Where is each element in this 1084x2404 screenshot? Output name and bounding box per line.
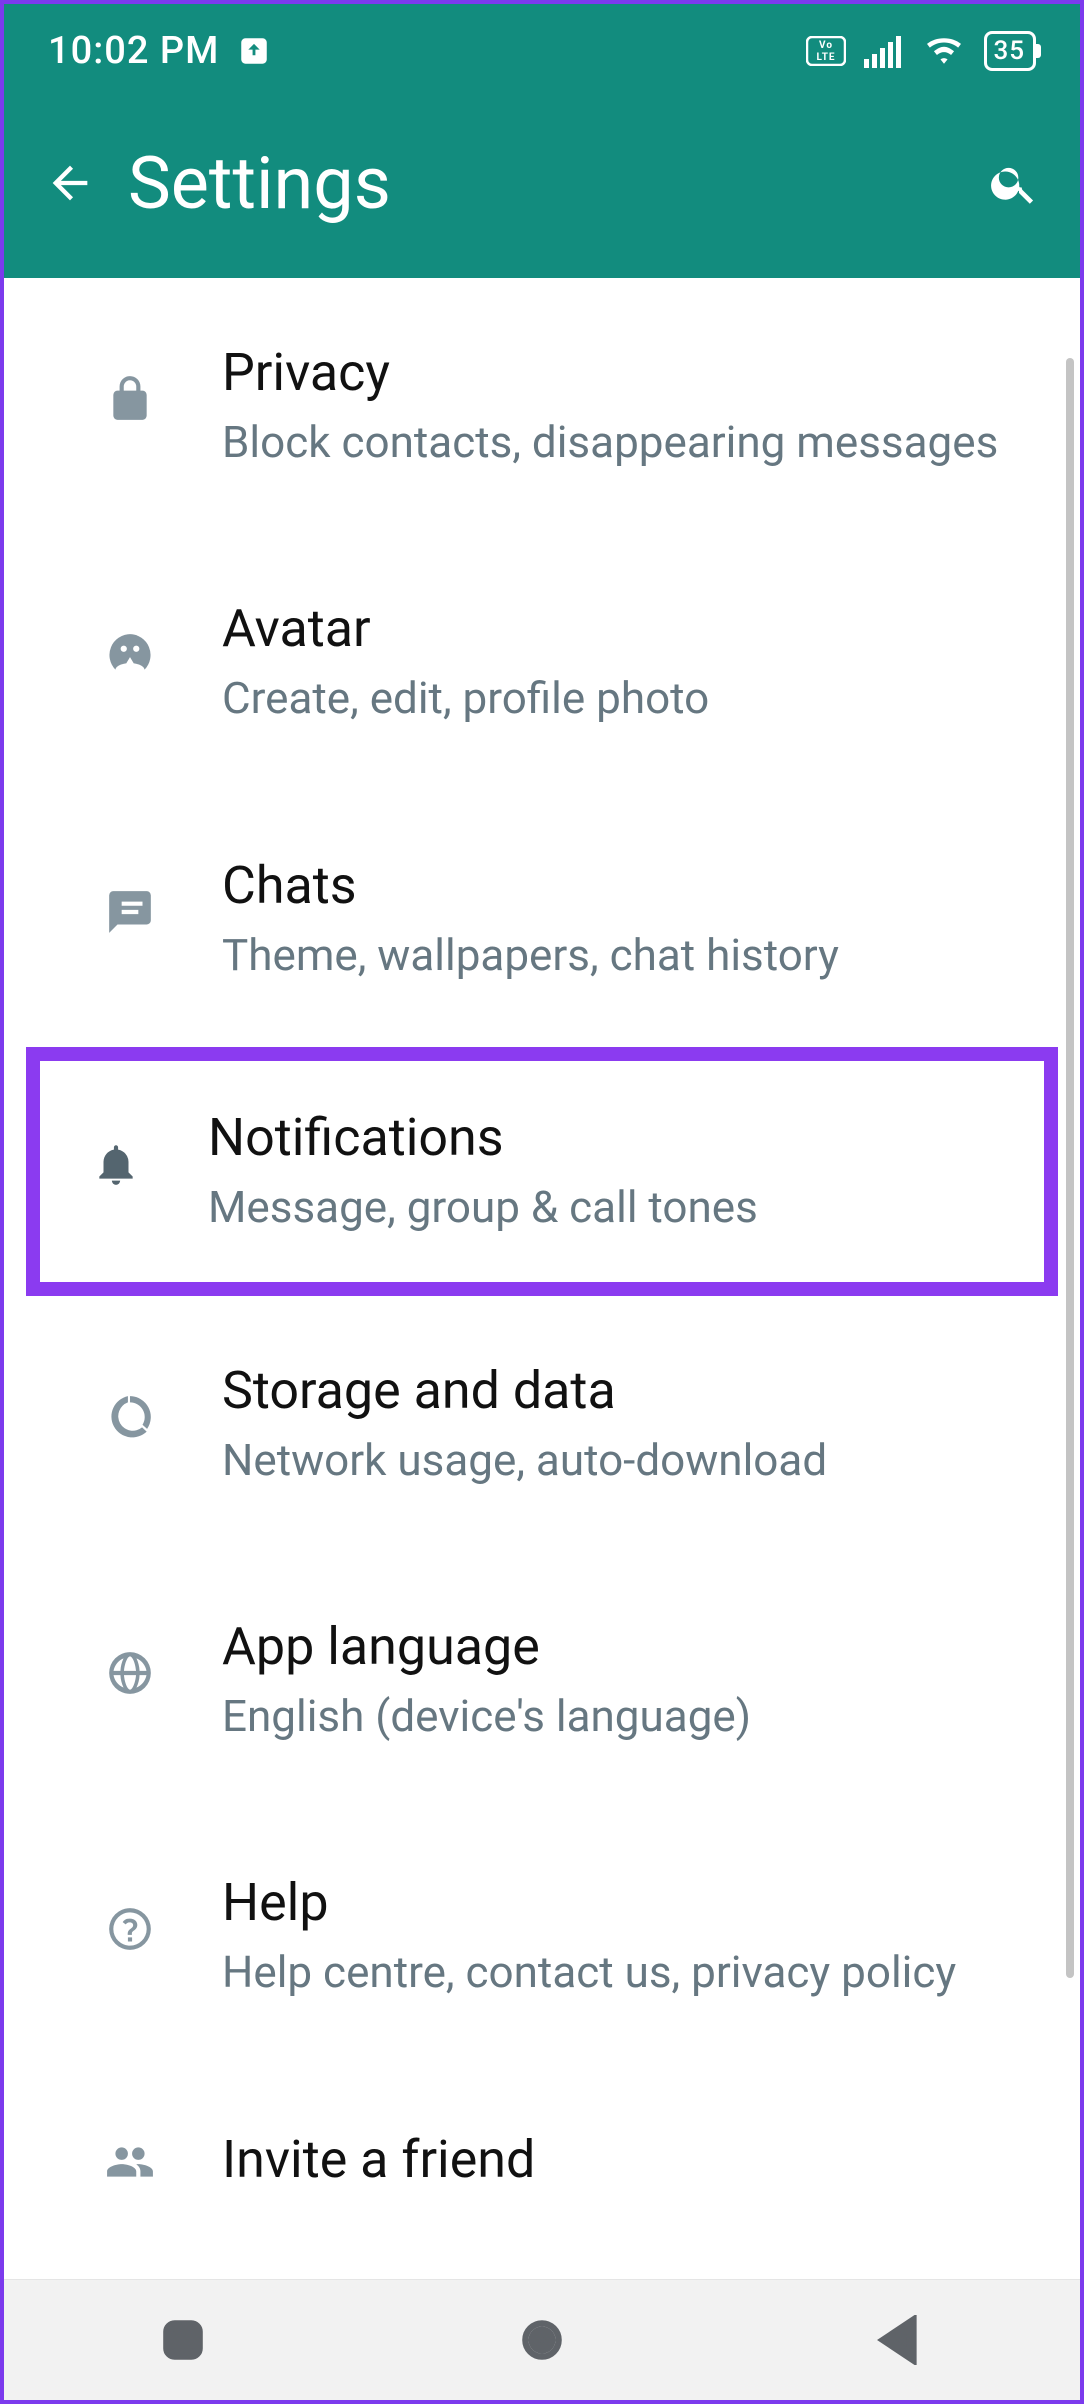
settings-item-label: Invite a friend bbox=[222, 2127, 1022, 2192]
settings-item-label: Help bbox=[222, 1870, 1022, 1935]
settings-item-desc: Block contacts, disappearing messages bbox=[222, 413, 1022, 472]
settings-item-label: Avatar bbox=[222, 596, 1022, 661]
page-title: Settings bbox=[128, 141, 956, 226]
status-bar: 10:02 PM VoLTE 35 bbox=[4, 4, 1080, 98]
settings-item-label: Privacy bbox=[222, 340, 1022, 405]
settings-item-label: Notifications bbox=[208, 1105, 1014, 1170]
android-nav-bar bbox=[4, 2279, 1080, 2400]
settings-item-label: Storage and data bbox=[222, 1358, 1022, 1423]
settings-item-desc: Message, group & call tones bbox=[208, 1178, 1014, 1237]
settings-item-chats[interactable]: Chats Theme, wallpapers, chat history bbox=[4, 791, 1080, 1047]
bell-icon bbox=[91, 1139, 141, 1193]
signal-icon bbox=[864, 34, 904, 68]
help-icon bbox=[105, 1904, 155, 1958]
svg-text:LTE: LTE bbox=[817, 52, 836, 63]
search-button[interactable] bbox=[984, 153, 1044, 213]
settings-item-label: App language bbox=[222, 1614, 1022, 1679]
settings-item-avatar[interactable]: Avatar Create, edit, profile photo bbox=[4, 534, 1080, 790]
data-usage-icon bbox=[105, 1392, 155, 1446]
settings-item-desc: English (device's language) bbox=[222, 1687, 1022, 1746]
settings-item-invite[interactable]: Invite a friend bbox=[4, 2065, 1080, 2216]
battery-indicator: 35 bbox=[984, 31, 1036, 71]
scroll-indicator bbox=[1066, 358, 1074, 1978]
settings-item-desc: Theme, wallpapers, chat history bbox=[222, 926, 1022, 985]
nav-back-button[interactable] bbox=[861, 2300, 941, 2380]
settings-item-desc: Network usage, auto-download bbox=[222, 1431, 1022, 1490]
settings-item-language[interactable]: App language English (device's language) bbox=[4, 1552, 1080, 1808]
battery-level: 35 bbox=[993, 36, 1025, 66]
settings-item-desc: Create, edit, profile photo bbox=[222, 669, 1022, 728]
upload-icon bbox=[237, 34, 271, 68]
chat-icon bbox=[105, 887, 155, 941]
settings-list: Privacy Block contacts, disappearing mes… bbox=[4, 278, 1080, 2216]
lock-icon bbox=[105, 374, 155, 428]
status-time: 10:02 PM bbox=[48, 29, 219, 73]
settings-item-help[interactable]: Help Help centre, contact us, privacy po… bbox=[4, 1808, 1080, 2064]
volte-icon: VoLTE bbox=[806, 36, 846, 66]
globe-icon bbox=[105, 1648, 155, 1702]
settings-item-notifications[interactable]: Notifications Message, group & call tone… bbox=[26, 1047, 1058, 1295]
wifi-icon bbox=[922, 34, 966, 68]
nav-home-button[interactable] bbox=[502, 2300, 582, 2380]
settings-item-desc: Help centre, contact us, privacy policy bbox=[222, 1943, 1022, 2002]
people-icon bbox=[105, 2137, 155, 2191]
svg-text:Vo: Vo bbox=[819, 40, 833, 51]
settings-item-storage[interactable]: Storage and data Network usage, auto-dow… bbox=[4, 1296, 1080, 1552]
back-button[interactable] bbox=[40, 153, 100, 213]
settings-item-privacy[interactable]: Privacy Block contacts, disappearing mes… bbox=[4, 278, 1080, 534]
nav-recent-button[interactable] bbox=[143, 2300, 223, 2380]
settings-item-label: Chats bbox=[222, 853, 1022, 918]
app-bar: Settings bbox=[4, 98, 1080, 278]
avatar-face-icon bbox=[105, 630, 155, 684]
